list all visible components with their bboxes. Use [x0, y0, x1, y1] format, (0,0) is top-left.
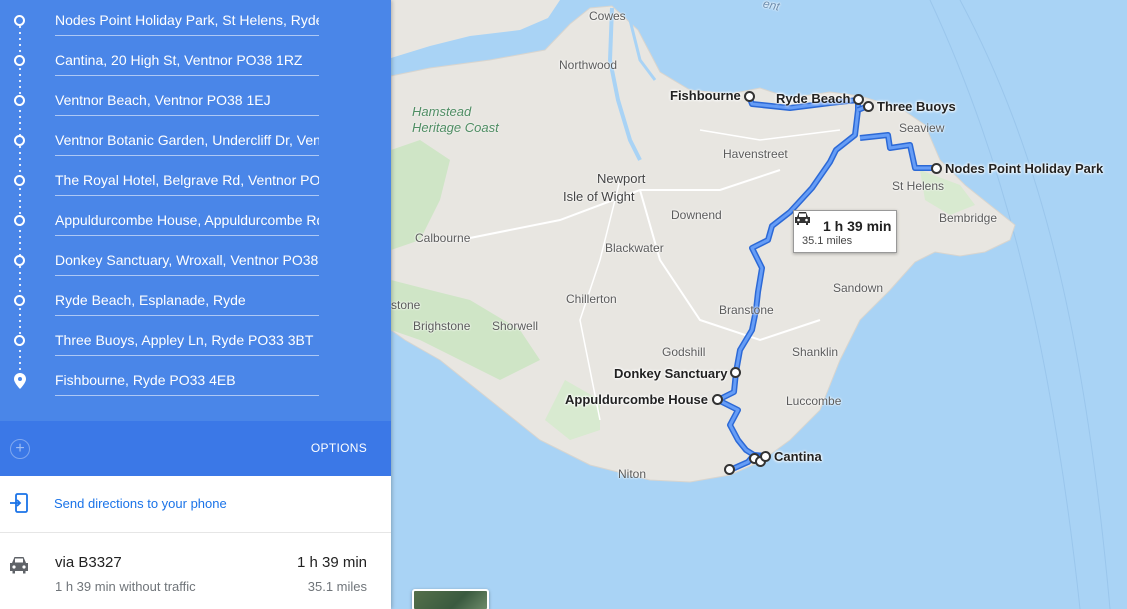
- waypoint-marker-appuldurcombe[interactable]: [712, 394, 723, 405]
- stop-underline: [55, 75, 319, 76]
- map-label-hamstead-heritage-coast: Hamstead Heritage Coast: [412, 104, 499, 135]
- map-label-newport: Newport: [597, 171, 646, 186]
- waypoint-label-appuldurcombe[interactable]: Appuldurcombe House: [565, 392, 708, 407]
- stop-6[interactable]: Appuldurcombe House, Appuldurcombe Rd: [0, 200, 391, 240]
- map-label-cowes: Cowes: [589, 9, 626, 23]
- map-label-stone: stone: [391, 298, 421, 312]
- route-via: via B3327: [55, 554, 122, 571]
- route-no-traffic-time: 1 h 39 min without traffic: [55, 579, 196, 594]
- stop-circle-icon: [14, 15, 25, 26]
- app: Cowes Northwood Hamstead Heritage Coast …: [0, 0, 1127, 609]
- map-label-chillerton: Chillerton: [566, 292, 617, 306]
- stop-underline: [55, 115, 319, 116]
- stop-label[interactable]: Donkey Sanctuary, Wroxall, Ventnor PO38: [55, 250, 319, 270]
- stop-circle-icon: [14, 175, 25, 186]
- map-label-isle-of-wight: Isle of Wight: [563, 189, 635, 204]
- stop-underline: [55, 235, 319, 236]
- map-label-havenstreet: Havenstreet: [723, 147, 788, 161]
- stop-label[interactable]: Ventnor Botanic Garden, Undercliff Dr, V…: [55, 130, 319, 150]
- stop-circle-icon: [14, 55, 25, 66]
- map-label-brighstone: Brighstone: [413, 319, 471, 333]
- waypoint-marker-cantina[interactable]: [760, 451, 771, 462]
- map-label-shorwell: Shorwell: [492, 319, 539, 333]
- waypoint-label-ryde-beach[interactable]: Ryde Beach: [776, 91, 850, 106]
- stop-label[interactable]: Appuldurcombe House, Appuldurcombe Rd: [55, 210, 319, 230]
- stop-4[interactable]: Ventnor Botanic Garden, Undercliff Dr, V…: [0, 120, 391, 160]
- stop-underline: [55, 35, 319, 36]
- waypoint-label-cantina[interactable]: Cantina: [774, 449, 822, 464]
- waypoint-label-nodes-point[interactable]: Nodes Point Holiday Park: [945, 161, 1103, 176]
- stop-underline: [55, 155, 319, 156]
- map-label-downend: Downend: [671, 208, 722, 222]
- stop-label[interactable]: Fishbourne, Ryde PO33 4EB: [55, 370, 319, 390]
- callout-duration: 1 h 39 min: [823, 218, 892, 234]
- map-label-branstone: Branstone: [719, 303, 774, 317]
- stop-9[interactable]: Three Buoys, Appley Ln, Ryde PO33 3BT: [0, 320, 391, 360]
- stop-circle-icon: [14, 255, 25, 266]
- stop-2[interactable]: Cantina, 20 High St, Ventnor PO38 1RZ: [0, 40, 391, 80]
- satellite-layer-toggle[interactable]: [412, 589, 489, 609]
- send-directions-link[interactable]: Send directions to your phone: [54, 496, 227, 511]
- stop-underline: [55, 195, 319, 196]
- waypoint-label-three-buoys[interactable]: Three Buoys: [877, 99, 956, 114]
- stop-label[interactable]: The Royal Hotel, Belgrave Rd, Ventnor PO…: [55, 170, 319, 190]
- map-label-bembridge: Bembridge: [939, 211, 998, 225]
- send-directions-row[interactable]: Send directions to your phone: [0, 476, 391, 533]
- destination-pin-icon: [14, 373, 26, 389]
- add-destination-icon[interactable]: +: [10, 439, 30, 459]
- stop-circle-icon: [14, 215, 25, 226]
- stop-label[interactable]: Ryde Beach, Esplanade, Ryde: [55, 290, 319, 310]
- stop-circle-icon: [14, 95, 25, 106]
- stops-list: Nodes Point Holiday Park, St Helens, Ryd…: [0, 0, 391, 421]
- stop-label[interactable]: Cantina, 20 High St, Ventnor PO38 1RZ: [55, 50, 319, 70]
- stop-underline: [55, 275, 319, 276]
- waypoint-label-fishbourne[interactable]: Fishbourne: [670, 88, 741, 103]
- stop-8[interactable]: Ryde Beach, Esplanade, Ryde: [0, 280, 391, 320]
- route-duration-callout[interactable]: 1 h 39 min 35.1 miles: [793, 210, 897, 253]
- directions-panel: Nodes Point Holiday Park, St Helens, Ryd…: [0, 0, 391, 609]
- map-label-st-helens: St Helens: [892, 179, 945, 193]
- stop-underline: [55, 355, 319, 356]
- waypoint-marker-three-buoys[interactable]: [863, 101, 874, 112]
- stop-5[interactable]: The Royal Hotel, Belgrave Rd, Ventnor PO…: [0, 160, 391, 200]
- map-label-calbourne: Calbourne: [415, 231, 471, 245]
- callout-distance: 35.1 miles: [802, 235, 853, 247]
- map-label-sandown: Sandown: [833, 281, 884, 295]
- map-label-godshill: Godshill: [662, 345, 706, 359]
- waypoint-marker-nodes-point[interactable]: [931, 163, 942, 174]
- stop-label[interactable]: Ventnor Beach, Ventnor PO38 1EJ: [55, 90, 319, 110]
- waypoint-marker-royal-hotel[interactable]: [724, 464, 735, 475]
- stop-underline: [55, 315, 319, 316]
- stop-3[interactable]: Ventnor Beach, Ventnor PO38 1EJ: [0, 80, 391, 120]
- waypoint-marker-donkey-sanctuary[interactable]: [730, 367, 741, 378]
- route-duration: 1 h 39 min: [296, 554, 367, 571]
- map-label-northwood: Northwood: [559, 58, 618, 72]
- car-icon: [10, 557, 28, 574]
- stop-label[interactable]: Nodes Point Holiday Park, St Helens, Ryd…: [55, 10, 319, 30]
- stop-1[interactable]: Nodes Point Holiday Park, St Helens, Ryd…: [0, 0, 391, 40]
- stop-circle-icon: [14, 295, 25, 306]
- waypoint-marker-ryde-beach[interactable]: [853, 94, 864, 105]
- map-label-niton: Niton: [618, 467, 647, 481]
- map-label-luccombe: Luccombe: [786, 394, 842, 408]
- options-bar: + OPTIONS: [0, 421, 391, 476]
- options-button[interactable]: OPTIONS: [311, 441, 367, 455]
- car-icon: [795, 212, 810, 225]
- stop-label[interactable]: Three Buoys, Appley Ln, Ryde PO33 3BT: [55, 330, 319, 350]
- waypoint-marker-fishbourne[interactable]: [744, 91, 755, 102]
- map-label-seaview: Seaview: [899, 121, 945, 135]
- stop-7[interactable]: Donkey Sanctuary, Wroxall, Ventnor PO38: [0, 240, 391, 280]
- map-label-blackwater: Blackwater: [605, 241, 664, 255]
- send-to-phone-icon: [10, 493, 28, 513]
- stop-underline: [55, 395, 319, 396]
- stop-circle-icon: [14, 335, 25, 346]
- route-distance: 35.1 miles: [307, 579, 367, 594]
- waypoint-label-donkey-sanctuary[interactable]: Donkey Sanctuary: [614, 366, 727, 381]
- stop-circle-icon: [14, 135, 25, 146]
- stop-10-destination[interactable]: Fishbourne, Ryde PO33 4EB: [0, 360, 391, 400]
- map-label-shanklin: Shanklin: [792, 345, 839, 359]
- route-option[interactable]: via B3327 1 h 39 min without traffic 1 h…: [0, 533, 391, 609]
